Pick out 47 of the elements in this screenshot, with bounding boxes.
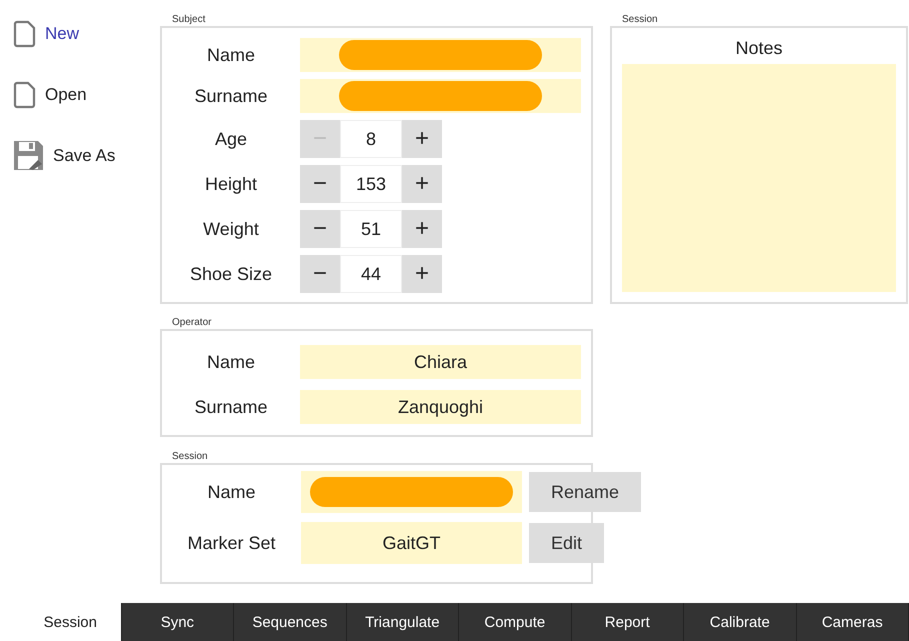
action-button[interactable]: Edit bbox=[529, 523, 604, 563]
group-title: Operator bbox=[171, 317, 212, 329]
decrement-button[interactable]: − bbox=[300, 210, 340, 248]
increment-button[interactable]: + bbox=[402, 255, 442, 293]
tab[interactable]: Cameras bbox=[796, 603, 909, 641]
tab[interactable]: Sequences bbox=[234, 603, 347, 641]
document-icon bbox=[13, 20, 37, 48]
text-field[interactable] bbox=[300, 79, 581, 113]
tab[interactable]: Compute bbox=[459, 603, 572, 641]
field-label: Height bbox=[204, 174, 258, 194]
sidebar-item[interactable]: Save As bbox=[53, 146, 116, 166]
tab[interactable]: Sync bbox=[122, 603, 234, 641]
group-title: Session bbox=[621, 14, 659, 26]
group-title: Subject bbox=[171, 14, 206, 26]
number-field[interactable]: 44 bbox=[340, 255, 402, 293]
field-label: Name bbox=[206, 482, 256, 502]
increment-button[interactable]: + bbox=[402, 165, 442, 203]
field-label: Weight bbox=[202, 218, 260, 240]
field-label: Surname bbox=[193, 86, 269, 106]
tab[interactable]: Report bbox=[572, 603, 684, 641]
text-field[interactable]: Zanquoghi bbox=[300, 390, 581, 424]
increment-button[interactable]: + bbox=[402, 120, 442, 158]
action-button[interactable]: Rename bbox=[529, 472, 642, 512]
document-icon bbox=[13, 81, 37, 109]
sidebar-item[interactable]: New bbox=[45, 24, 80, 44]
field-label: Age bbox=[214, 128, 248, 150]
field-label: Name bbox=[206, 352, 256, 372]
text-field[interactable]: GaitGT bbox=[301, 522, 522, 564]
decrement-button[interactable]: − bbox=[300, 255, 340, 293]
notes-field[interactable] bbox=[622, 64, 896, 292]
increment-button[interactable]: + bbox=[402, 210, 442, 248]
sidebar-item[interactable]: Open bbox=[45, 85, 87, 105]
tab[interactable]: Triangulate bbox=[346, 603, 460, 641]
text-field[interactable] bbox=[300, 38, 581, 72]
tab[interactable]: Calibrate bbox=[684, 603, 797, 641]
number-field[interactable]: 51 bbox=[340, 210, 402, 248]
notes-heading: Notes bbox=[735, 38, 783, 59]
decrement-button[interactable]: − bbox=[300, 165, 340, 203]
group-title: Session bbox=[171, 451, 209, 463]
field-label: Name bbox=[206, 44, 256, 66]
field-label: Surname bbox=[193, 396, 269, 418]
text-field[interactable]: Chiara bbox=[300, 345, 581, 379]
text-field[interactable] bbox=[301, 471, 522, 513]
field-label: Marker Set bbox=[186, 532, 277, 554]
field-label: Shoe Size bbox=[188, 264, 274, 284]
number-field[interactable]: 153 bbox=[340, 165, 402, 203]
number-field[interactable]: 8 bbox=[340, 120, 402, 158]
